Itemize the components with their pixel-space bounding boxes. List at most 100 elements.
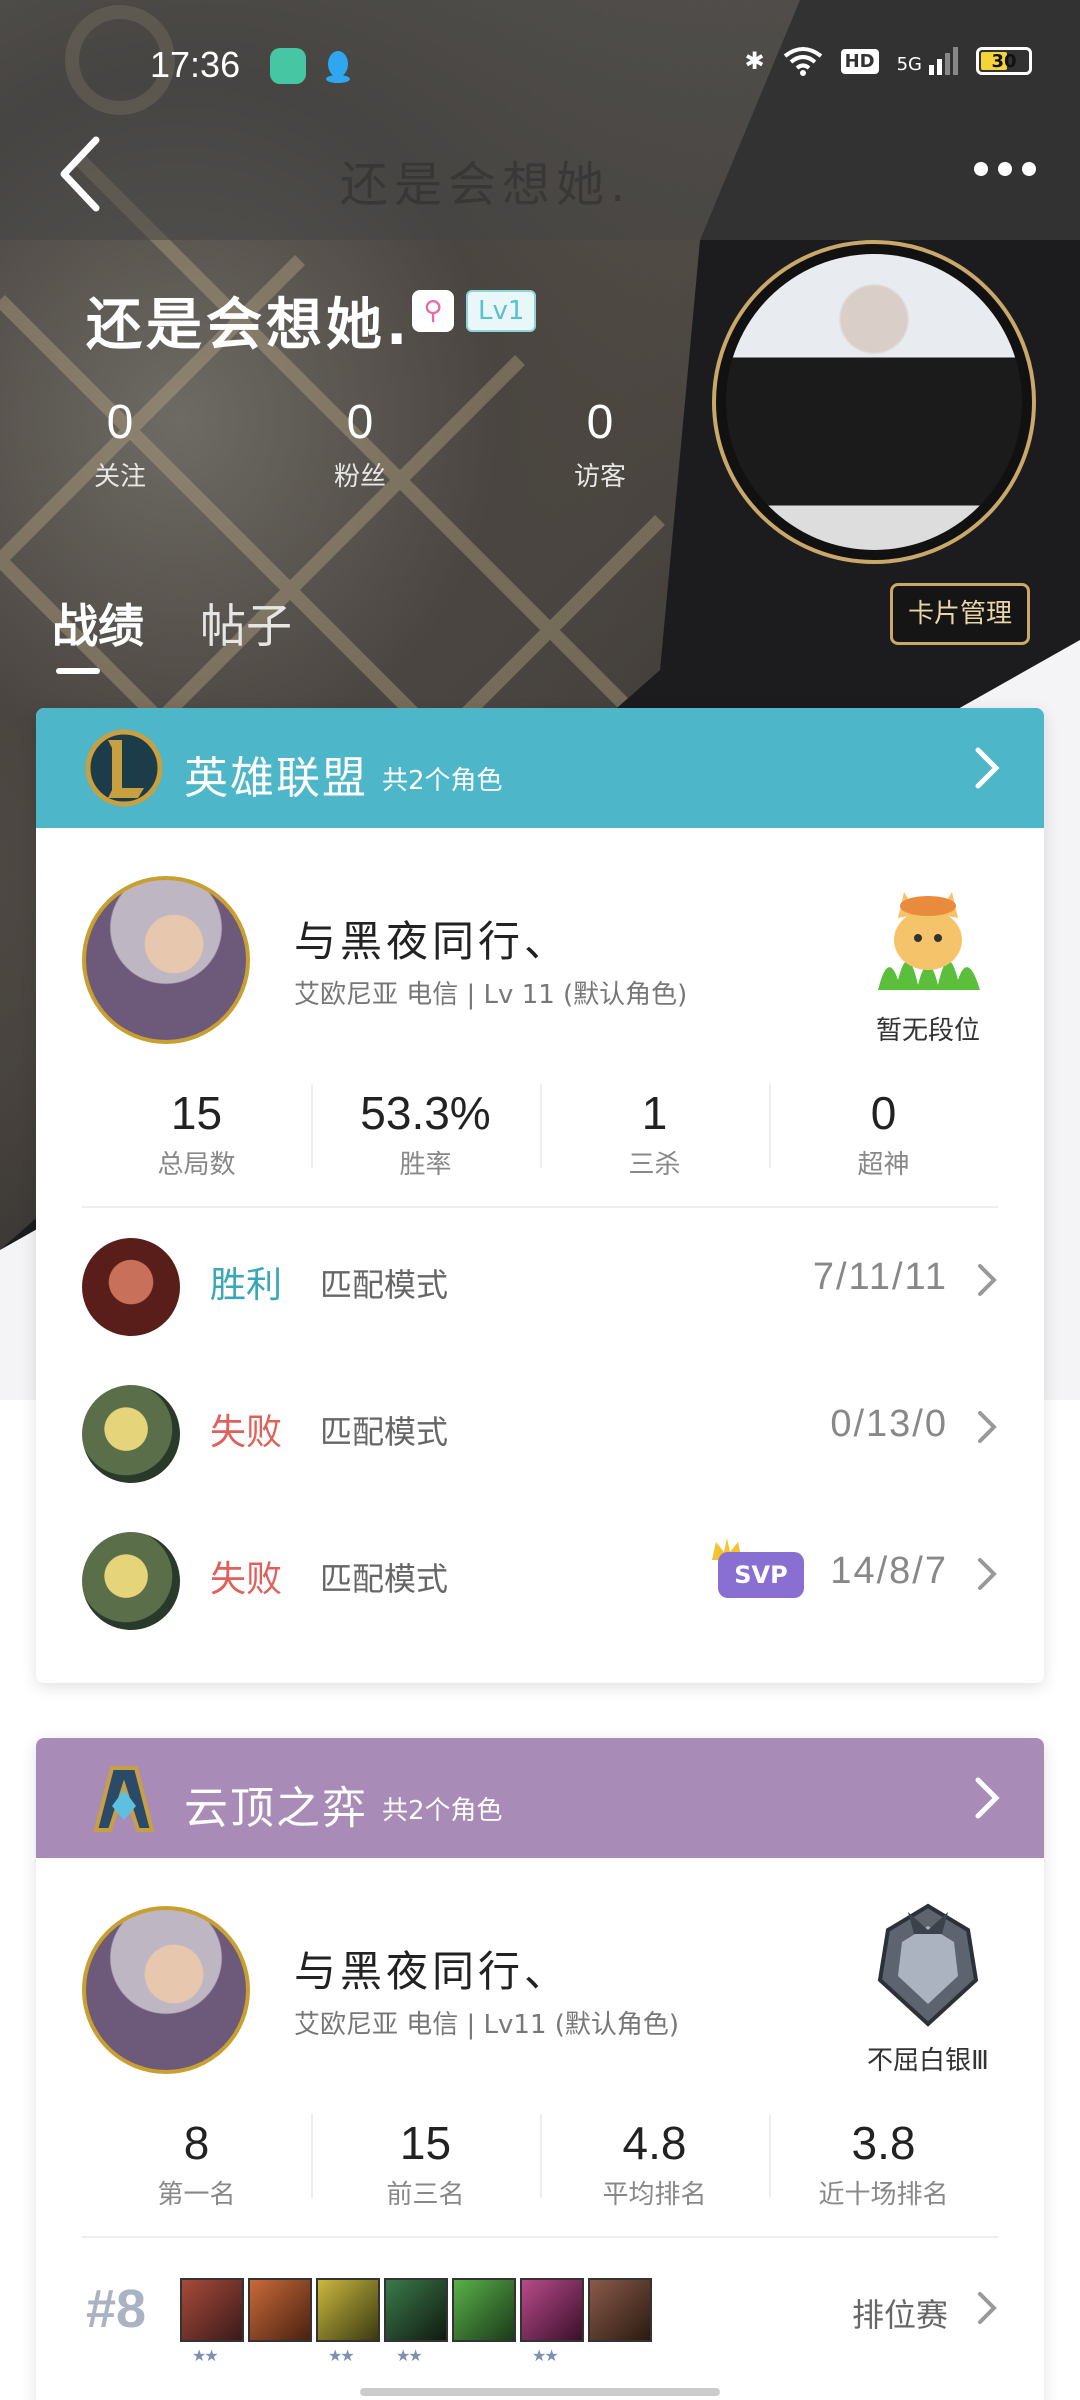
stat-value: 1 — [641, 1087, 668, 1139]
match-result: 胜利 — [210, 1265, 283, 1306]
bluetooth-icon: ✱ — [744, 47, 765, 75]
stat-following-label: 关注 — [93, 462, 146, 492]
stat-win-rate: 53.3% 胜率 — [311, 1078, 540, 1206]
card-manage-button[interactable]: 卡片管理 — [890, 583, 1030, 645]
tab-records[interactable]: 战绩 — [52, 590, 144, 674]
app-notification-icon — [270, 48, 306, 84]
match-row[interactable]: 失败 匹配模式 0/13/0 — [36, 1355, 1044, 1502]
stat-visitors-value: 0 — [586, 396, 614, 449]
champion-icon — [248, 2278, 312, 2342]
qq-notification-icon — [320, 48, 356, 84]
chevron-right-icon — [978, 1558, 997, 1590]
match-row[interactable]: 失败 匹配模式 SVP 14/8/7 — [36, 1502, 1044, 1649]
tft-champion-list: ★★ ★★ ★★ ★★ — [180, 2278, 652, 2365]
status-time: 17:36 — [150, 44, 241, 85]
stat-average-placement: 4.8 平均排名 — [540, 2108, 769, 2236]
more-options-button[interactable] — [974, 162, 1036, 176]
stat-value: 15 — [170, 1087, 223, 1139]
match-result: 失败 — [210, 1412, 283, 1453]
tft-game-name: 云顶之弈 — [184, 1783, 368, 1834]
tft-last-game-row[interactable]: #8 ★★ ★★ ★★ ★★ 排位赛 — [36, 2238, 1044, 2378]
stat-label: 第一名 — [157, 2180, 236, 2210]
champion-icon: ★★ — [384, 2278, 448, 2365]
match-kda: 14/8/7 — [830, 1550, 948, 1592]
chevron-right-icon — [978, 1411, 997, 1443]
wifi-icon — [783, 47, 822, 76]
stat-value: 3.8 — [851, 2117, 916, 2169]
stat-triple-kills: 1 三杀 — [540, 1078, 769, 1206]
battery-icon: 30 — [976, 47, 1032, 75]
tft-role-count: 共2个角色 — [382, 1796, 503, 1826]
champion-icon — [452, 2278, 516, 2342]
lol-role-count: 共2个角色 — [382, 766, 503, 796]
unranked-mascot-icon — [878, 892, 980, 990]
match-mode: 匹配模式 — [320, 1413, 449, 1451]
stat-value: 4.8 — [622, 2117, 687, 2169]
stat-followers[interactable]: 0 粉丝 — [300, 395, 420, 493]
stat-recent-ten-placement: 3.8 近十场排名 — [769, 2108, 998, 2236]
tft-card-header[interactable]: 云顶之弈 共2个角色 — [36, 1738, 1044, 1858]
tft-record-card: 云顶之弈 共2个角色 与黑夜同行、 艾欧尼亚 电信 | Lv11 (默认角色) … — [36, 1738, 1044, 2400]
stat-label: 胜率 — [399, 1150, 452, 1180]
match-kda: 0/13/0 — [830, 1403, 948, 1445]
tft-role-avatar — [82, 1906, 250, 2074]
stat-following[interactable]: 0 关注 — [60, 395, 180, 493]
chevron-right-icon — [975, 1777, 1000, 1819]
star-rating: ★★ — [532, 2346, 559, 2365]
chevron-right-icon — [978, 1264, 997, 1296]
match-result: 失败 — [210, 1559, 283, 1600]
stat-visitors[interactable]: 0 访客 — [540, 395, 660, 493]
lol-game-name: 英雄联盟 — [184, 753, 368, 804]
tft-rank: 不屈白银Ⅲ — [848, 1900, 1008, 2077]
tft-role-row[interactable]: 与黑夜同行、 艾欧尼亚 电信 | Lv11 (默认角色) 不屈白银Ⅲ — [36, 1858, 1044, 2108]
tft-role-meta: 艾欧尼亚 电信 | Lv11 (默认角色) — [294, 2010, 680, 2040]
stat-top-three: 15 前三名 — [311, 2108, 540, 2236]
lol-role-name: 与黑夜同行、 — [294, 917, 571, 966]
champion-icon — [588, 2278, 652, 2342]
stat-label: 总局数 — [157, 1150, 236, 1180]
match-kda: 7/11/11 — [812, 1256, 948, 1298]
back-arrow-icon[interactable] — [56, 134, 104, 214]
home-indicator[interactable] — [360, 2388, 720, 2396]
level-badge: Lv1 — [466, 290, 537, 332]
lol-stats-grid: 15 总局数 53.3% 胜率 1 三杀 0 超神 — [82, 1078, 998, 1208]
champion-icon: ★★ — [180, 2278, 244, 2365]
stat-label: 前三名 — [386, 2180, 465, 2210]
search-badge-icon[interactable]: ⚲ — [412, 290, 454, 332]
profile-avatar[interactable] — [712, 240, 1036, 564]
match-mode: 匹配模式 — [320, 1560, 449, 1598]
stat-followers-value: 0 — [346, 396, 374, 449]
tft-placement: #8 — [86, 2279, 147, 2339]
champion-avatar — [82, 1532, 180, 1630]
match-mode: 匹配模式 — [320, 1266, 449, 1304]
chevron-right-icon — [975, 747, 1000, 789]
profile-username: 还是会想她. — [86, 293, 412, 358]
champion-avatar — [82, 1385, 180, 1483]
stat-legendary: 0 超神 — [769, 1078, 998, 1206]
stat-label: 超神 — [857, 1150, 910, 1180]
stat-value: 0 — [870, 1087, 897, 1139]
tft-rank-label: 不屈白银Ⅲ — [867, 2046, 989, 2076]
silver-rank-emblem-icon — [877, 1903, 979, 2027]
lol-logo-icon — [85, 729, 163, 807]
star-rating: ★★ — [192, 2346, 219, 2365]
stat-value: 53.3% — [360, 1087, 491, 1139]
lol-card-header[interactable]: 英雄联盟 共2个角色 — [36, 708, 1044, 828]
lol-role-meta: 艾欧尼亚 电信 | Lv 11 (默认角色) — [294, 980, 688, 1010]
stat-value: 15 — [399, 2117, 452, 2169]
stat-label: 平均排名 — [602, 2180, 707, 2210]
tft-queue-type: 排位赛 — [851, 2296, 948, 2334]
champion-avatar — [82, 1238, 180, 1336]
lol-role-row[interactable]: 与黑夜同行、 艾欧尼亚 电信 | Lv 11 (默认角色) 暂无段位 — [36, 828, 1044, 1078]
lol-role-avatar — [82, 876, 250, 1044]
chevron-right-icon — [978, 2292, 997, 2324]
hd-icon: HD — [840, 48, 879, 74]
star-rating: ★★ — [396, 2346, 423, 2365]
match-row[interactable]: 胜利 匹配模式 7/11/11 — [36, 1208, 1044, 1355]
status-bar: 17:36 ✱ HD 5G 30 — [0, 0, 1080, 135]
avatar-image — [726, 254, 1022, 550]
tft-role-name: 与黑夜同行、 — [294, 1947, 571, 1996]
signal-icon: 5G — [897, 47, 958, 75]
tab-posts[interactable]: 帖子 — [200, 590, 292, 656]
champion-icon: ★★ — [520, 2278, 584, 2365]
